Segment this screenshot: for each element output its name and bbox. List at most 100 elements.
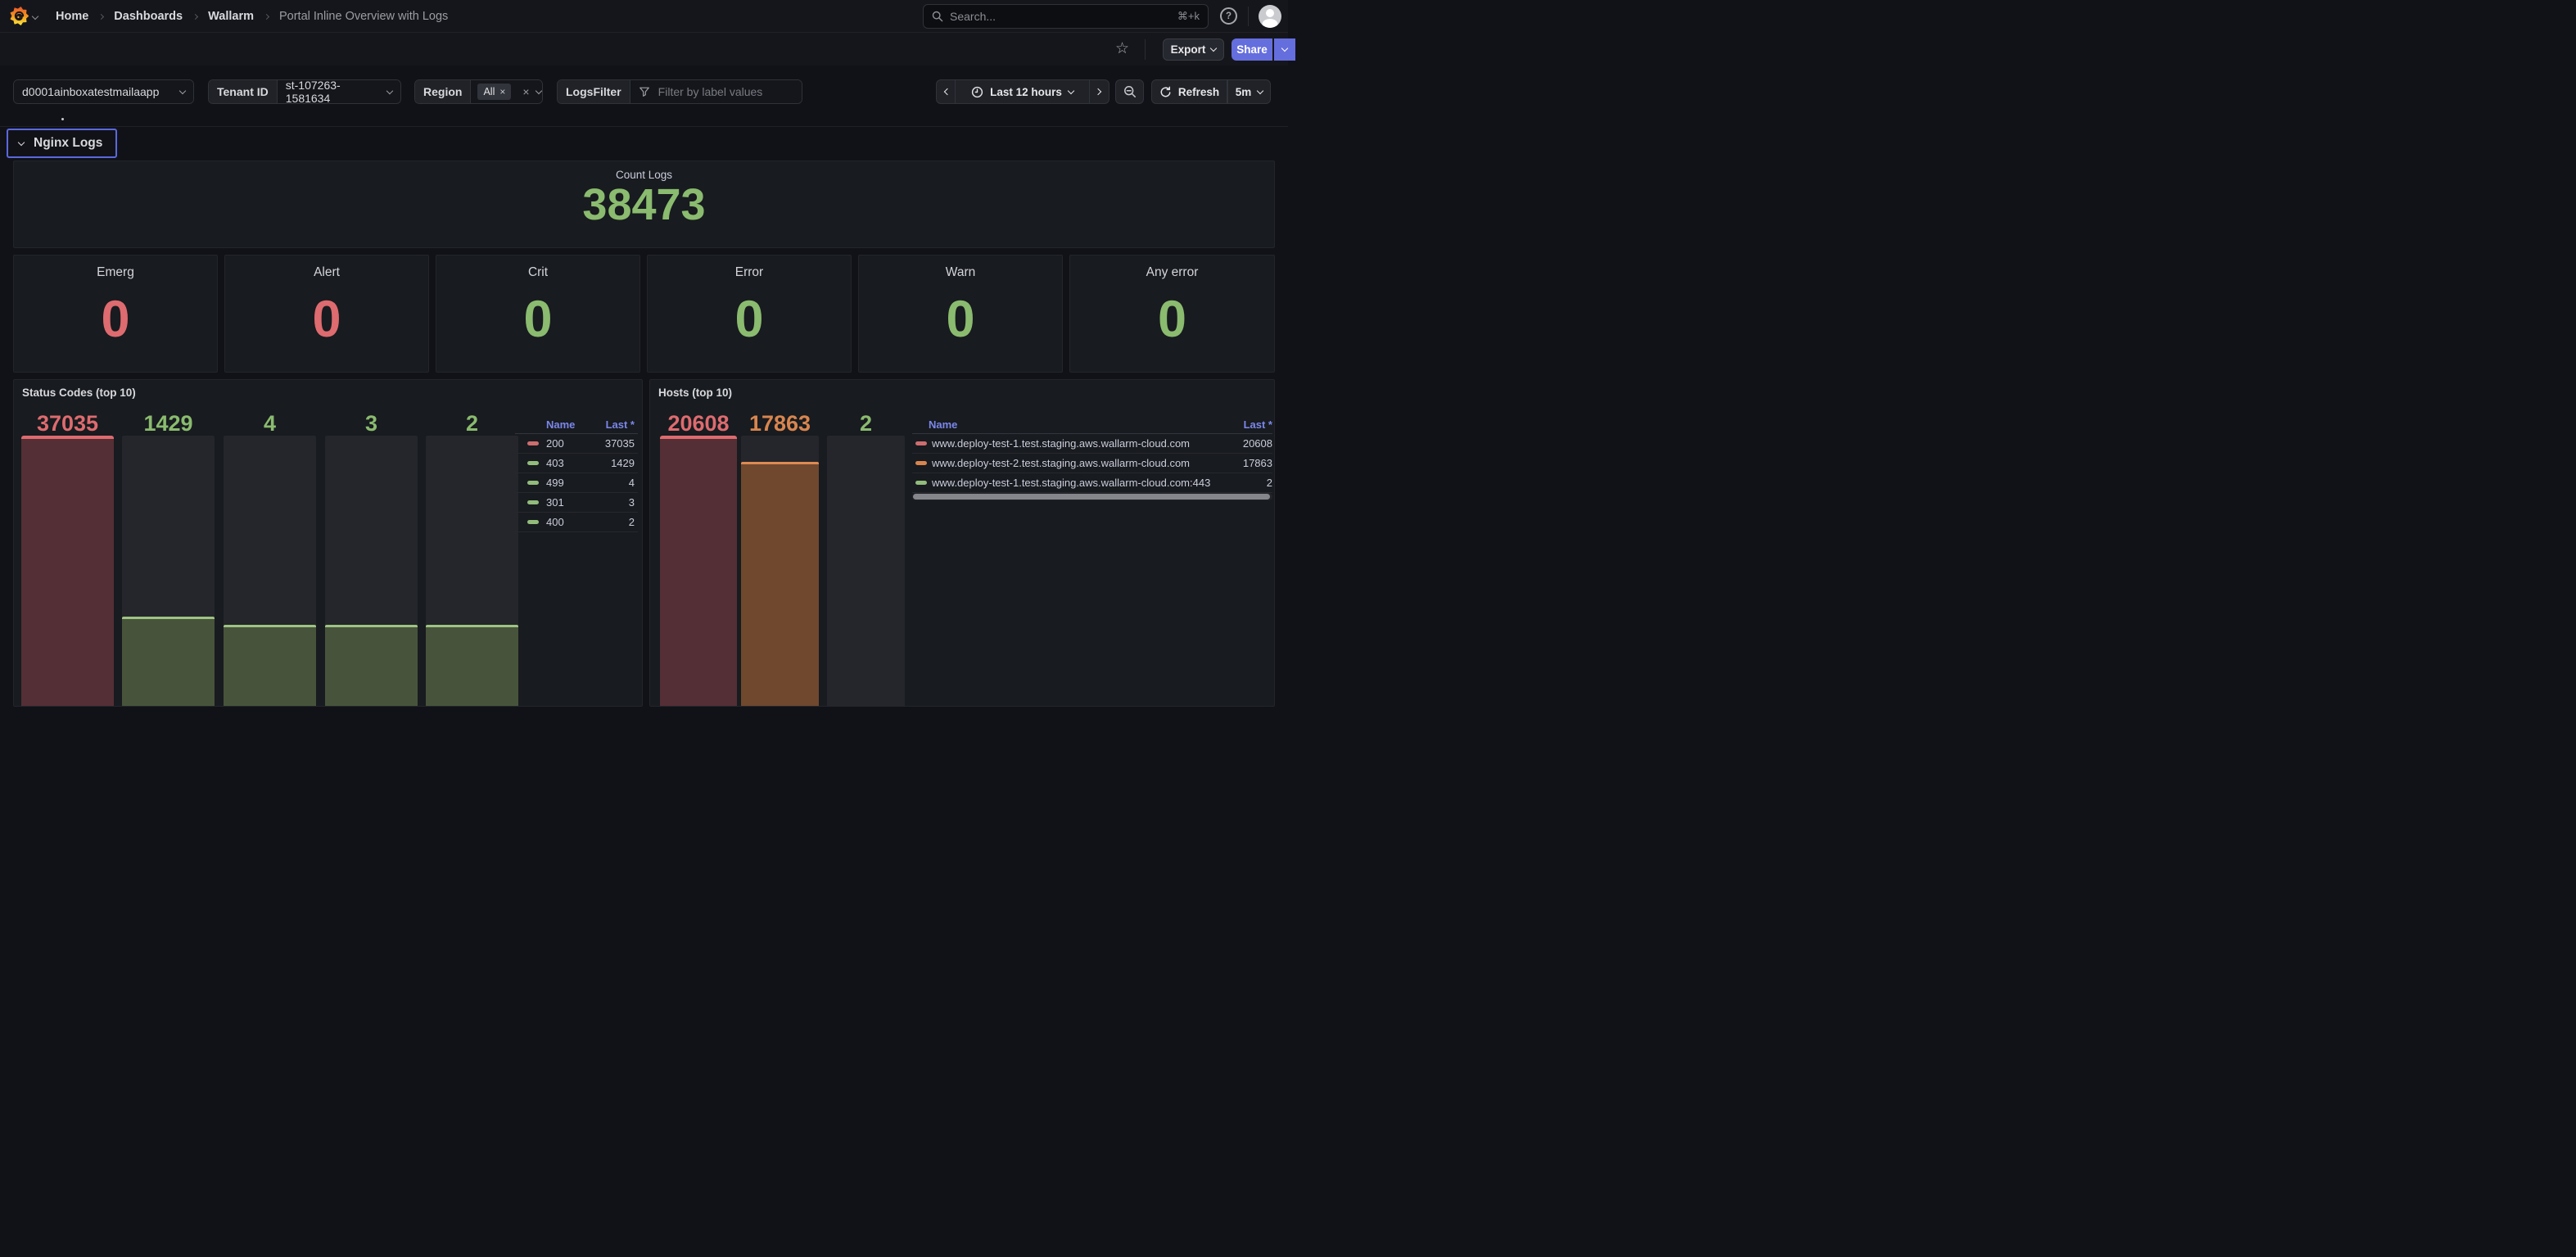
refresh-interval-dropdown[interactable]: 5m — [1227, 79, 1271, 104]
filter-funnel-icon — [639, 86, 650, 97]
breadcrumb-home[interactable]: Home — [56, 10, 88, 23]
refresh-label: Refresh — [1178, 86, 1219, 98]
legend-row[interactable]: www.deploy-test-2.test.staging.aws.walla… — [912, 454, 1272, 473]
panel-status-codes: Status Codes (top 10) 37035 1429 4 3 2 N… — [13, 379, 643, 707]
clear-icon[interactable]: × — [522, 85, 529, 98]
region-dropdown[interactable]: All × × — [471, 80, 543, 103]
series-color-pill — [915, 461, 927, 465]
tenant-value: st-107263-1581634 — [286, 79, 380, 104]
series-name[interactable]: 499 — [546, 477, 564, 489]
legend-row[interactable]: www.deploy-test-1.test.staging.aws.walla… — [912, 434, 1272, 454]
series-name[interactable]: www.deploy-test-1.test.staging.aws.walla… — [932, 437, 1190, 450]
share-button[interactable]: Share — [1232, 38, 1272, 61]
status-codes-legend: Name Last * 200 37035 403 1429 499 4 301… — [515, 416, 638, 532]
series-name[interactable]: 400 — [546, 516, 564, 528]
series-name[interactable]: 403 — [546, 457, 564, 469]
refresh-button[interactable]: Refresh — [1151, 79, 1227, 104]
count-logs-value: 38473 — [14, 179, 1274, 230]
chip-remove-icon[interactable]: × — [499, 86, 505, 97]
divider — [1145, 39, 1146, 60]
panel-title: Alert — [225, 265, 428, 280]
legend-row[interactable]: 403 1429 — [515, 454, 638, 473]
tenant-label: Tenant ID — [209, 80, 278, 103]
help-button[interactable]: ? — [1220, 7, 1237, 25]
time-range-picker[interactable]: Last 12 hours — [956, 79, 1090, 104]
series-color-pill — [527, 481, 539, 485]
bar-value-label: 17863 — [741, 411, 819, 436]
series-name[interactable]: 200 — [546, 437, 564, 450]
legend-row[interactable]: 200 37035 — [515, 434, 638, 454]
export-label: Export — [1171, 43, 1206, 56]
question-icon: ? — [1226, 11, 1232, 21]
search-placeholder: Search... — [950, 10, 996, 23]
stat-value: 0 — [436, 290, 639, 349]
breadcrumb-dashboards[interactable]: Dashboards — [114, 10, 183, 23]
series-color-pill — [527, 500, 539, 504]
bar-200 — [21, 436, 114, 706]
stat-value: 0 — [859, 290, 1062, 349]
legend-row[interactable]: 301 3 — [515, 493, 638, 513]
stat-value: 0 — [648, 290, 851, 349]
panel-stat-any-error: Any error 0 — [1069, 255, 1275, 373]
legend-header-name[interactable]: Name — [546, 418, 575, 431]
favorite-star-button[interactable]: ☆ — [1115, 40, 1129, 58]
bar-499 — [224, 436, 316, 706]
series-last-value: 2 — [629, 516, 638, 528]
chevron-right-icon — [1095, 88, 1101, 95]
top-nav: Home Dashboards Wallarm Portal Inline Ov… — [0, 0, 1288, 33]
series-name[interactable]: www.deploy-test-1.test.staging.aws.walla… — [932, 477, 1210, 489]
zoom-out-icon — [1123, 85, 1137, 98]
refresh-interval-value: 5m — [1236, 86, 1252, 98]
series-last-value: 1429 — [611, 457, 638, 469]
bar-value-label: 1429 — [122, 411, 215, 436]
legend-scrollbar[interactable] — [913, 494, 1270, 500]
series-name[interactable]: 301 — [546, 496, 564, 509]
tenant-dropdown[interactable]: st-107263-1581634 — [278, 80, 400, 103]
legend-header-last[interactable]: Last * — [1244, 418, 1272, 431]
series-name[interactable]: www.deploy-test-2.test.staging.aws.walla… — [932, 457, 1190, 469]
stat-value: 0 — [225, 290, 428, 349]
bar-value-label: 2 — [827, 411, 905, 436]
org-menu-button[interactable] — [10, 7, 38, 25]
bar-host-1 — [660, 436, 737, 706]
bar-403 — [122, 436, 215, 706]
panel-stat-alert: Alert 0 — [224, 255, 429, 373]
time-zoom-out-button[interactable] — [1115, 79, 1144, 104]
search-input[interactable]: Search... ⌘+k — [923, 4, 1209, 29]
profile-button[interactable] — [1259, 5, 1281, 28]
chevron-right-icon — [192, 13, 198, 19]
time-shift-back-button[interactable] — [936, 79, 956, 104]
bar-fill — [325, 625, 418, 706]
legend-row[interactable]: 499 4 — [515, 473, 638, 493]
legend-header-name[interactable]: Name — [929, 418, 957, 431]
legend-row[interactable]: www.deploy-test-1.test.staging.aws.walla… — [912, 473, 1272, 493]
region-chip-all[interactable]: All × — [477, 84, 511, 100]
panel-title: Any error — [1070, 265, 1274, 280]
logsfilter-input[interactable]: Filter by label values — [630, 80, 802, 103]
export-button[interactable]: Export — [1163, 38, 1224, 61]
logsfilter-placeholder: Filter by label values — [658, 85, 763, 98]
panel-stat-warn: Warn 0 — [858, 255, 1063, 373]
share-dropdown-button[interactable] — [1274, 38, 1295, 61]
series-last-value: 17863 — [1243, 457, 1272, 469]
logsfilter-label: LogsFilter — [558, 80, 630, 103]
legend-header-last[interactable]: Last * — [606, 418, 638, 431]
chevron-right-icon — [264, 13, 269, 19]
breadcrumb-wallarm[interactable]: Wallarm — [208, 10, 254, 23]
legend-header: Name Last * — [515, 416, 638, 434]
search-shortcut: ⌘+k — [1177, 10, 1200, 23]
legend-row[interactable]: 400 2 — [515, 513, 638, 532]
row-nginx-logs-toggle[interactable]: Nginx Logs — [7, 129, 117, 158]
bar-value-label: 3 — [325, 411, 418, 436]
variable-app-dropdown[interactable]: d0001ainboxatestmailaapp — [13, 79, 194, 104]
row-handle-dot — [61, 118, 64, 120]
panel-title: Error — [648, 265, 851, 280]
refresh-icon — [1159, 86, 1172, 98]
time-shift-forward-button[interactable] — [1090, 79, 1109, 104]
series-last-value: 37035 — [605, 437, 638, 450]
bar-value-label: 37035 — [21, 411, 114, 436]
breadcrumb-current: Portal Inline Overview with Logs — [279, 10, 448, 23]
legend-header: Name Last * — [912, 416, 1272, 434]
chip-label: All — [483, 86, 495, 97]
bar-host-3 — [827, 436, 905, 706]
